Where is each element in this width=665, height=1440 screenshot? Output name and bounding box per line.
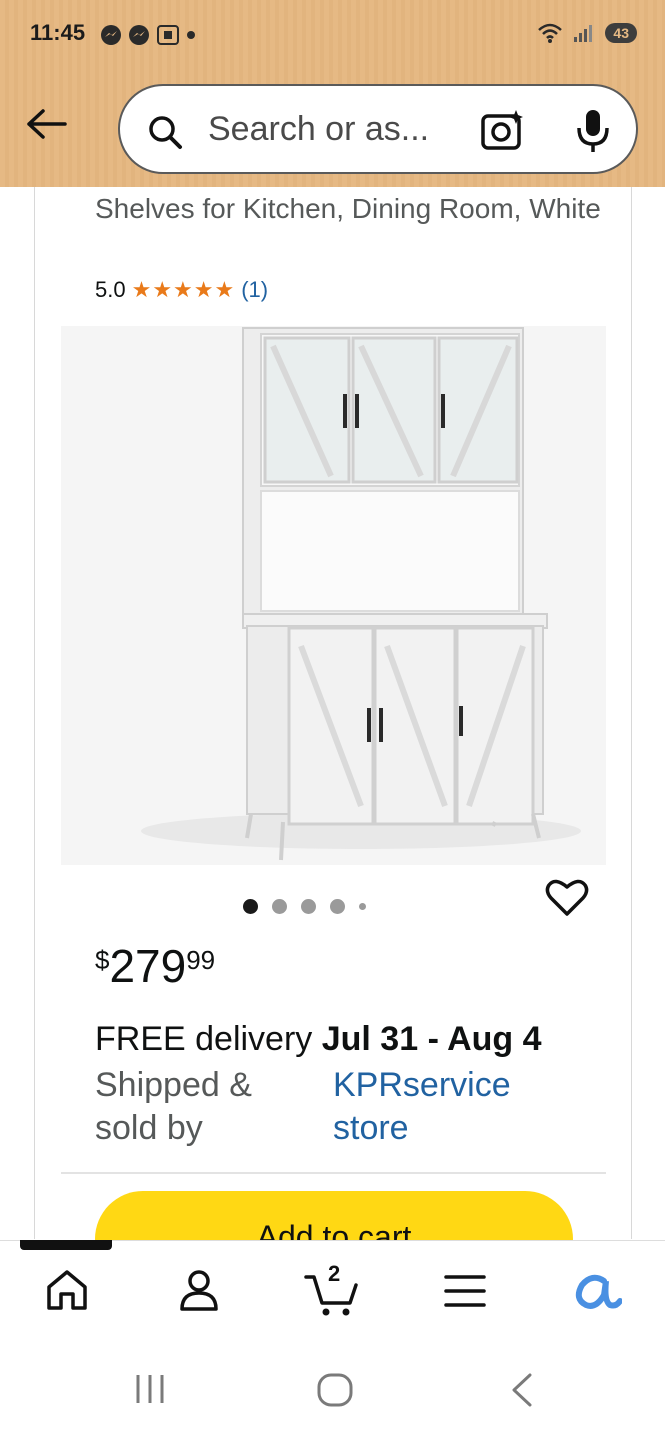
price-currency: $ xyxy=(95,945,110,975)
messenger-icon xyxy=(101,25,121,45)
back-button[interactable] xyxy=(22,104,70,144)
shipped-sold-label: Shipped & sold by xyxy=(95,1066,252,1147)
notification-icons xyxy=(100,24,196,46)
heart-icon[interactable] xyxy=(545,877,589,917)
battery-indicator: 43 xyxy=(605,23,637,43)
wifi-icon xyxy=(538,23,563,43)
signal-icon xyxy=(574,25,593,42)
carousel-dot[interactable] xyxy=(301,899,316,914)
review-count-link[interactable]: (1) xyxy=(241,277,268,303)
system-navigation xyxy=(0,1340,665,1440)
status-time: 11:45 xyxy=(30,20,86,45)
carousel-dot[interactable] xyxy=(272,899,287,914)
product-image[interactable] xyxy=(61,326,606,865)
recent-apps-icon[interactable] xyxy=(132,1372,168,1406)
screenshot-icon xyxy=(157,25,179,45)
search-bar[interactable]: Search or as... xyxy=(118,84,638,174)
camera-search-icon[interactable] xyxy=(480,108,526,152)
active-tab-indicator xyxy=(20,1240,112,1250)
bottom-navigation: 2 xyxy=(0,1240,665,1340)
system-status-icons: 43 xyxy=(537,22,637,44)
star-rating-icon: ★★★★★ xyxy=(131,277,236,302)
home-button-icon[interactable] xyxy=(316,1372,354,1408)
carousel-dot[interactable] xyxy=(330,899,345,914)
price-fraction: 99 xyxy=(186,945,216,975)
delivery-prefix: FREE delivery xyxy=(95,1020,322,1058)
system-back-icon[interactable] xyxy=(508,1372,536,1408)
carousel-dot[interactable] xyxy=(243,899,258,914)
account-icon[interactable] xyxy=(176,1267,222,1313)
top-header: 11:45 43 Search or as... xyxy=(0,0,665,187)
rufus-assistant-icon[interactable] xyxy=(574,1271,622,1313)
rating-value: 5.0 xyxy=(95,277,126,302)
menu-icon[interactable] xyxy=(444,1273,486,1309)
microphone-icon[interactable] xyxy=(575,108,611,154)
dot-icon xyxy=(187,31,195,39)
divider xyxy=(61,1172,606,1174)
home-icon[interactable] xyxy=(44,1267,90,1313)
status-bar: 11:45 43 xyxy=(0,0,665,70)
product-title[interactable]: Shelves for Kitchen, Dining Room, White xyxy=(95,187,615,231)
rating-row[interactable]: 5.0 ★★★★★ (1) xyxy=(95,277,268,303)
price-whole: 279 xyxy=(109,940,187,992)
cart-count-badge: 2 xyxy=(328,1261,341,1286)
search-icon xyxy=(149,116,182,149)
product-card: Shelves for Kitchen, Dining Room, White … xyxy=(34,187,632,1287)
cabinet-illustration xyxy=(61,326,606,865)
delivery-info: FREE delivery Jul 31 - Aug 4 xyxy=(95,1020,542,1059)
messenger-icon xyxy=(129,25,149,45)
price: $ 279 99 xyxy=(95,939,215,993)
search-placeholder: Search or as... xyxy=(208,110,430,148)
back-arrow-icon xyxy=(27,109,67,139)
image-carousel-dots[interactable] xyxy=(243,899,366,914)
delivery-dates: Jul 31 - Aug 4 xyxy=(321,1020,542,1058)
seller-link[interactable]: KPRservice store xyxy=(333,1064,563,1150)
carousel-dot[interactable] xyxy=(359,903,366,910)
